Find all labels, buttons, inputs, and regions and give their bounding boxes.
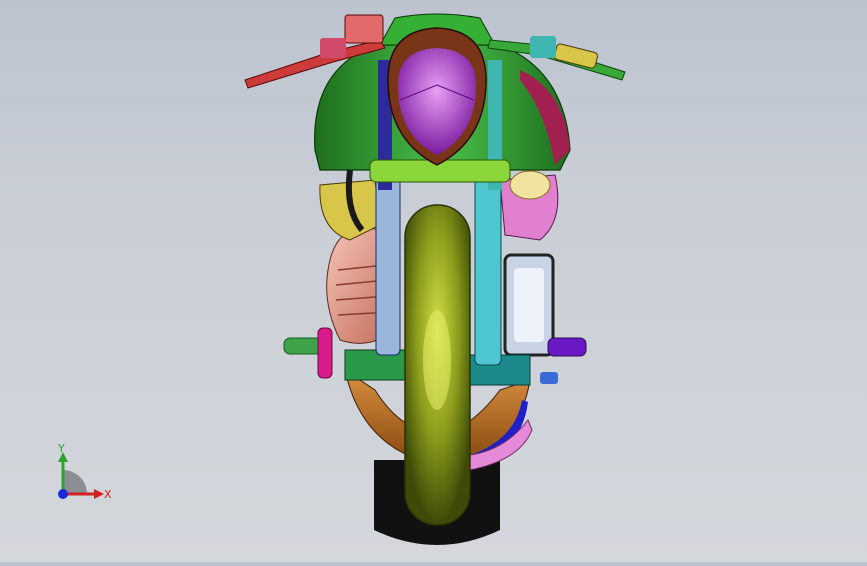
footpeg-right[interactable] bbox=[547, 337, 587, 357]
clamp-left bbox=[320, 38, 346, 58]
cad-viewport[interactable] bbox=[0, 0, 867, 562]
motorcycle-model[interactable] bbox=[0, 0, 867, 562]
triad-x-label: X bbox=[104, 488, 112, 501]
coordinate-triad: Y X bbox=[40, 440, 120, 510]
fork-left[interactable] bbox=[375, 174, 401, 356]
triad-z-axis bbox=[58, 489, 68, 499]
fork-right[interactable] bbox=[474, 174, 502, 366]
footpeg-left-bracket[interactable] bbox=[317, 327, 333, 379]
triad-x-arrow bbox=[94, 489, 104, 499]
gauge-right bbox=[509, 170, 551, 200]
footpeg-right-bracket[interactable] bbox=[540, 372, 558, 384]
clamp-right bbox=[530, 36, 556, 58]
triad-y-label: Y bbox=[57, 442, 65, 455]
brake-reservoir-left[interactable] bbox=[344, 14, 384, 44]
triad-quadrant bbox=[63, 470, 87, 494]
side-cover-right-inner bbox=[514, 268, 544, 342]
front-wheel-highlight bbox=[423, 310, 451, 410]
